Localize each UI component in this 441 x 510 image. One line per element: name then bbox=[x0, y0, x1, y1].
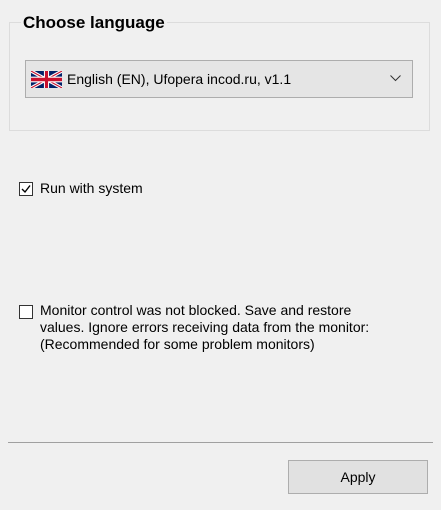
monitor-control-label-line-3[interactable]: (Recommended for some problem monitors) bbox=[40, 336, 315, 353]
monitor-control-checkbox[interactable] bbox=[19, 305, 33, 319]
run-with-system-checkbox[interactable] bbox=[19, 182, 33, 196]
run-with-system-label[interactable]: Run with system bbox=[40, 180, 143, 197]
selected-language-text: English (EN), Ufopera incod.ru, v1.1 bbox=[67, 71, 292, 87]
monitor-control-label-line-2[interactable]: values. Ignore errors receiving data fro… bbox=[40, 319, 369, 336]
language-group-title: Choose language bbox=[21, 12, 167, 34]
monitor-control-label-line-1[interactable]: Monitor control was not blocked. Save an… bbox=[40, 302, 351, 319]
checkmark-icon bbox=[21, 185, 31, 194]
language-select[interactable]: English (EN), Ufopera incod.ru, v1.1 bbox=[25, 60, 413, 98]
footer-separator bbox=[8, 442, 433, 443]
chevron-down-icon bbox=[390, 75, 401, 82]
uk-flag-icon bbox=[31, 71, 62, 88]
apply-button[interactable]: Apply bbox=[288, 460, 428, 494]
